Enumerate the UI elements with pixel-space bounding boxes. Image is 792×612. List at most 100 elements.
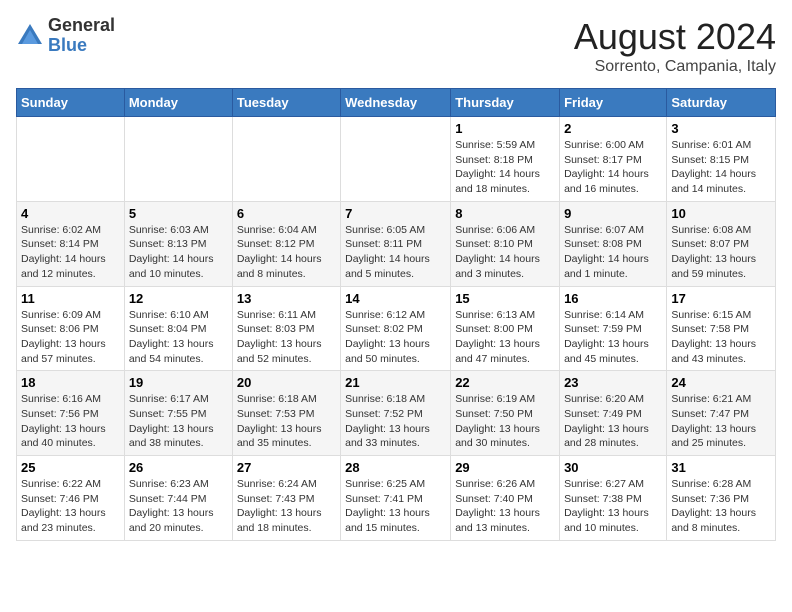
day-number: 29 (455, 460, 555, 475)
day-number: 25 (21, 460, 120, 475)
day-info: Sunrise: 6:25 AM Sunset: 7:41 PM Dayligh… (345, 477, 446, 536)
weekday-row: SundayMondayTuesdayWednesdayThursdayFrid… (17, 89, 776, 117)
calendar-cell: 24Sunrise: 6:21 AM Sunset: 7:47 PM Dayli… (667, 371, 776, 456)
day-info: Sunrise: 6:13 AM Sunset: 8:00 PM Dayligh… (455, 308, 555, 367)
day-number: 12 (129, 291, 228, 306)
logo-general-text: General (48, 16, 115, 36)
calendar-week-row: 4 Sunrise: 6:02 AM Sunset: 8:14 PM Daylig… (17, 201, 776, 286)
day-number: 11 (21, 291, 120, 306)
calendar-cell: 23 Sunrise: 6:20 AM Sunset: 7:49 PM Dayli… (560, 371, 667, 456)
weekday-header: Sunday (17, 89, 125, 117)
day-number: 26 (129, 460, 228, 475)
day-number: 7 (345, 206, 446, 221)
weekday-header: Saturday (667, 89, 776, 117)
day-number: 20 (237, 375, 336, 390)
calendar-cell: 1 Sunrise: 5:59 AM Sunset: 8:18 PM Daylig… (451, 117, 560, 202)
calendar-cell: 13 Sunrise: 6:11 AM Sunset: 8:03 PM Dayli… (232, 286, 340, 371)
day-number: 27 (237, 460, 336, 475)
day-number: 4 (21, 206, 120, 221)
calendar-cell: 19 Sunrise: 6:17 AM Sunset: 7:55 PM Dayli… (124, 371, 232, 456)
day-number: 13 (237, 291, 336, 306)
day-info: Sunrise: 6:03 AM Sunset: 8:13 PM Dayligh… (129, 223, 228, 282)
calendar-week-row: 1 Sunrise: 5:59 AM Sunset: 8:18 PM Daylig… (17, 117, 776, 202)
calendar-week-row: 25 Sunrise: 6:22 AM Sunset: 7:46 PM Dayli… (17, 456, 776, 541)
calendar-cell: 16 Sunrise: 6:14 AM Sunset: 7:59 PM Dayli… (560, 286, 667, 371)
day-info: Sunrise: 6:18 AM Sunset: 7:53 PM Dayligh… (237, 392, 336, 451)
day-info: Sunrise: 6:17 AM Sunset: 7:55 PM Dayligh… (129, 392, 228, 451)
calendar-header: SundayMondayTuesdayWednesdayThursdayFrid… (17, 89, 776, 117)
weekday-header: Wednesday (341, 89, 451, 117)
day-info: Sunrise: 6:10 AM Sunset: 8:04 PM Dayligh… (129, 308, 228, 367)
day-info: Sunrise: 5:59 AM Sunset: 8:18 PM Dayligh… (455, 138, 555, 197)
calendar-cell: 17 Sunrise: 6:15 AM Sunset: 7:58 PM Dayli… (667, 286, 776, 371)
day-info: Sunrise: 6:04 AM Sunset: 8:12 PM Dayligh… (237, 223, 336, 282)
calendar-cell: 31Sunrise: 6:28 AM Sunset: 7:36 PM Dayli… (667, 456, 776, 541)
day-info: Sunrise: 6:18 AM Sunset: 7:52 PM Dayligh… (345, 392, 446, 451)
day-number: 14 (345, 291, 446, 306)
day-number: 23 (564, 375, 662, 390)
weekday-header: Monday (124, 89, 232, 117)
day-info: Sunrise: 6:22 AM Sunset: 7:46 PM Dayligh… (21, 477, 120, 536)
day-number: 8 (455, 206, 555, 221)
day-info: Sunrise: 6:02 AM Sunset: 8:14 PM Dayligh… (21, 223, 120, 282)
day-info: Sunrise: 6:21 AM Sunset: 7:47 PM Dayligh… (671, 392, 771, 451)
logo-text: General Blue (48, 16, 115, 56)
day-info: Sunrise: 6:15 AM Sunset: 7:58 PM Dayligh… (671, 308, 771, 367)
calendar-cell: 30Sunrise: 6:27 AM Sunset: 7:38 PM Dayli… (560, 456, 667, 541)
calendar-body: 1 Sunrise: 5:59 AM Sunset: 8:18 PM Daylig… (17, 117, 776, 541)
day-info: Sunrise: 6:08 AM Sunset: 8:07 PM Dayligh… (671, 223, 771, 282)
day-number: 31 (671, 460, 771, 475)
day-number: 17 (671, 291, 771, 306)
day-number: 9 (564, 206, 662, 221)
calendar-cell: 3Sunrise: 6:01 AM Sunset: 8:15 PM Daylig… (667, 117, 776, 202)
calendar-cell: 4 Sunrise: 6:02 AM Sunset: 8:14 PM Daylig… (17, 201, 125, 286)
day-number: 19 (129, 375, 228, 390)
calendar-cell: 28 Sunrise: 6:25 AM Sunset: 7:41 PM Dayli… (341, 456, 451, 541)
weekday-header: Thursday (451, 89, 560, 117)
logo-blue-text: Blue (48, 36, 115, 56)
calendar-cell (232, 117, 340, 202)
day-info: Sunrise: 6:26 AM Sunset: 7:40 PM Dayligh… (455, 477, 555, 536)
weekday-header: Friday (560, 89, 667, 117)
calendar-cell (124, 117, 232, 202)
day-info: Sunrise: 6:20 AM Sunset: 7:49 PM Dayligh… (564, 392, 662, 451)
day-info: Sunrise: 6:12 AM Sunset: 8:02 PM Dayligh… (345, 308, 446, 367)
title-block: August 2024 Sorrento, Campania, Italy (574, 16, 776, 76)
calendar-cell: 29 Sunrise: 6:26 AM Sunset: 7:40 PM Dayli… (451, 456, 560, 541)
day-info: Sunrise: 6:05 AM Sunset: 8:11 PM Dayligh… (345, 223, 446, 282)
day-number: 28 (345, 460, 446, 475)
day-info: Sunrise: 6:09 AM Sunset: 8:06 PM Dayligh… (21, 308, 120, 367)
calendar-table: SundayMondayTuesdayWednesdayThursdayFrid… (16, 88, 776, 541)
day-number: 6 (237, 206, 336, 221)
subtitle: Sorrento, Campania, Italy (574, 58, 776, 76)
day-info: Sunrise: 6:11 AM Sunset: 8:03 PM Dayligh… (237, 308, 336, 367)
day-number: 5 (129, 206, 228, 221)
calendar-week-row: 11 Sunrise: 6:09 AM Sunset: 8:06 PM Dayli… (17, 286, 776, 371)
calendar-cell: 7 Sunrise: 6:05 AM Sunset: 8:11 PM Daylig… (341, 201, 451, 286)
day-number: 1 (455, 121, 555, 136)
day-info: Sunrise: 6:14 AM Sunset: 7:59 PM Dayligh… (564, 308, 662, 367)
calendar-cell: 21 Sunrise: 6:18 AM Sunset: 7:52 PM Dayli… (341, 371, 451, 456)
calendar-cell: 12 Sunrise: 6:10 AM Sunset: 8:04 PM Dayli… (124, 286, 232, 371)
day-info: Sunrise: 6:23 AM Sunset: 7:44 PM Dayligh… (129, 477, 228, 536)
calendar-cell: 26 Sunrise: 6:23 AM Sunset: 7:44 PM Dayli… (124, 456, 232, 541)
calendar-cell: 27 Sunrise: 6:24 AM Sunset: 7:43 PM Dayli… (232, 456, 340, 541)
day-number: 15 (455, 291, 555, 306)
day-number: 2 (564, 121, 662, 136)
day-info: Sunrise: 6:24 AM Sunset: 7:43 PM Dayligh… (237, 477, 336, 536)
day-info: Sunrise: 6:06 AM Sunset: 8:10 PM Dayligh… (455, 223, 555, 282)
logo: General Blue (16, 16, 115, 56)
calendar-cell: 6 Sunrise: 6:04 AM Sunset: 8:12 PM Daylig… (232, 201, 340, 286)
weekday-header: Tuesday (232, 89, 340, 117)
main-title: August 2024 (574, 16, 776, 58)
day-info: Sunrise: 6:00 AM Sunset: 8:17 PM Dayligh… (564, 138, 662, 197)
calendar-cell (17, 117, 125, 202)
day-number: 21 (345, 375, 446, 390)
day-info: Sunrise: 6:16 AM Sunset: 7:56 PM Dayligh… (21, 392, 120, 451)
day-number: 30 (564, 460, 662, 475)
day-info: Sunrise: 6:19 AM Sunset: 7:50 PM Dayligh… (455, 392, 555, 451)
calendar-cell: 8 Sunrise: 6:06 AM Sunset: 8:10 PM Daylig… (451, 201, 560, 286)
calendar-cell: 15 Sunrise: 6:13 AM Sunset: 8:00 PM Dayli… (451, 286, 560, 371)
calendar-cell: 9Sunrise: 6:07 AM Sunset: 8:08 PM Daylig… (560, 201, 667, 286)
day-number: 16 (564, 291, 662, 306)
